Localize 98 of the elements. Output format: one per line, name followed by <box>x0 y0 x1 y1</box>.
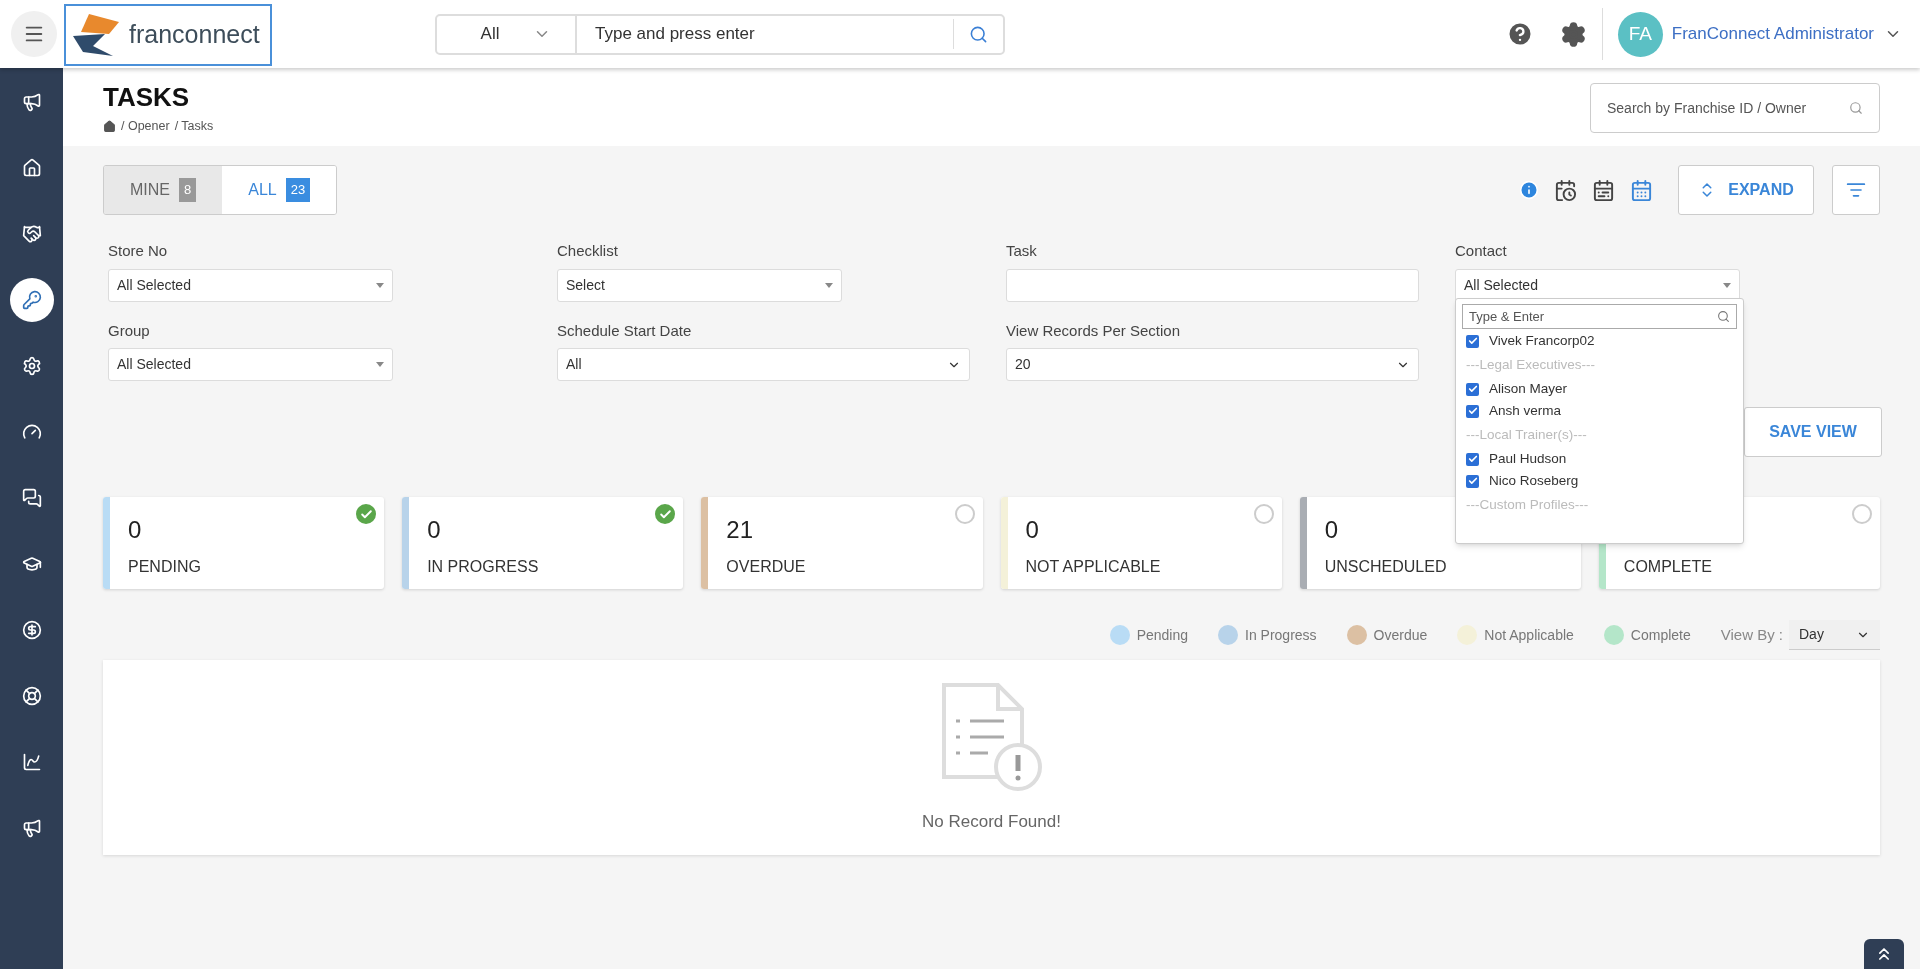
legend-label: Complete <box>1630 625 1691 645</box>
contact-option[interactable]: Paul Hudson <box>1489 448 1567 470</box>
calendar-list-icon[interactable] <box>1592 178 1615 202</box>
status-label: NOT APPLICABLE <box>1025 557 1161 577</box>
status-label: OVERDUE <box>726 557 806 577</box>
count-badge: 23 <box>285 178 311 202</box>
megaphone-icon <box>21 92 42 112</box>
multi-select-field[interactable]: All Selected <box>108 348 393 381</box>
scroll-top-button[interactable] <box>1864 939 1904 969</box>
graduation-cap-icon <box>21 554 42 574</box>
user-menu[interactable]: FranConnect Administrator <box>1671 21 1874 47</box>
handshake-icon <box>21 224 42 244</box>
tab[interactable]: ALL 23 <box>222 166 337 214</box>
global-search-field[interactable]: All Type and press enter <box>435 13 1005 55</box>
status-count: 0 <box>1025 516 1039 544</box>
filter-icon <box>1846 180 1866 200</box>
option-group-label: ---Local Trainer(s)--- <box>1465 425 1588 444</box>
document-warning-icon <box>939 680 1044 793</box>
search-icon <box>969 24 988 44</box>
contact-option[interactable]: Nico Roseberg <box>1489 470 1579 492</box>
input-field[interactable] <box>1006 268 1419 302</box>
page-title: TASKS <box>103 82 191 112</box>
logo[interactable]: franconnect <box>64 4 272 66</box>
multi-select-field[interactable]: Select <box>557 268 842 302</box>
gauge-icon <box>21 422 42 442</box>
filter-label: Schedule Start Date <box>557 320 693 341</box>
tab[interactable]: MINE 8 <box>104 166 223 214</box>
status-count: 21 <box>726 516 754 544</box>
legend-label: In Progress <box>1245 625 1317 645</box>
dropdown-field[interactable]: 20 <box>1006 348 1419 381</box>
contact-option[interactable]: Ansh verma <box>1489 400 1562 422</box>
multi-select-field[interactable]: All Selected <box>108 268 393 302</box>
key-icon <box>21 290 42 310</box>
megaphone-icon <box>21 818 42 838</box>
status-count: 0 <box>128 516 142 544</box>
gear-icon <box>21 356 42 376</box>
dropdown-caret-icon <box>376 362 384 367</box>
status-card[interactable]: 0 PENDING <box>103 497 385 589</box>
filter-label: View Records Per Section <box>1006 320 1181 341</box>
dropdown-caret-icon <box>376 282 384 288</box>
status-label: COMPLETE <box>1623 557 1712 577</box>
dollar-coin-icon <box>21 620 42 640</box>
status-card[interactable]: 21 OVERDUE <box>701 497 983 589</box>
dropdown-caret-icon <box>825 282 833 288</box>
filter-label: Store No <box>108 241 169 261</box>
checkbox[interactable] <box>1466 382 1479 396</box>
legend-label: Pending <box>1136 625 1188 645</box>
line-chart-icon <box>21 752 42 772</box>
filter-label: Group <box>108 320 151 341</box>
checkbox[interactable] <box>1466 474 1479 488</box>
filter-label: Task <box>1006 241 1038 261</box>
dropdown-search-field[interactable]: Type & Enter <box>1462 304 1737 329</box>
filter-label: Checklist <box>557 241 619 261</box>
dropdown-field[interactable]: All <box>557 348 970 381</box>
chat-icon <box>21 488 42 508</box>
status-card[interactable]: 0 IN PROGRESS <box>402 497 684 589</box>
lifebuoy-icon <box>21 686 42 706</box>
dropdown-caret-icon <box>1723 282 1731 288</box>
home-icon <box>21 158 42 178</box>
save-view-button[interactable]: SAVE VIEW <box>1744 407 1882 457</box>
franchise-search-input[interactable]: Search by Franchise ID / Owner <box>1607 97 1837 119</box>
view-by-select[interactable]: Day <box>1789 620 1880 650</box>
search-icon <box>1717 310 1730 323</box>
search-icon <box>1849 101 1863 115</box>
status-count: 0 <box>1324 516 1339 544</box>
contact-option[interactable]: Alison Mayer <box>1489 378 1568 400</box>
search-scope-select[interactable]: All <box>437 15 577 53</box>
filter-label: Contact <box>1455 241 1508 261</box>
logo-text: franconnect <box>129 19 260 51</box>
contact-option[interactable]: Vivek Francorp02 <box>1489 330 1595 352</box>
view-by-label: View By : <box>1720 624 1783 645</box>
settings-icon[interactable] <box>1559 20 1587 48</box>
breadcrumb-link[interactable]: / Tasks <box>174 117 214 136</box>
global-search-input[interactable]: Type and press enter <box>577 15 953 53</box>
empty-message: No Record Found! <box>922 810 1061 833</box>
dropdown-search-input[interactable]: Type & Enter <box>1469 306 1699 327</box>
checkbox[interactable] <box>1466 334 1479 348</box>
legend-label: Overdue <box>1373 625 1428 645</box>
menu-button[interactable] <box>11 11 57 57</box>
home-icon[interactable] <box>103 119 116 133</box>
calendar-clock-icon[interactable] <box>1554 178 1577 202</box>
status-count: 0 <box>427 516 441 544</box>
info-icon[interactable] <box>1519 180 1539 200</box>
checkbox[interactable] <box>1466 404 1479 418</box>
franchise-search-field[interactable]: Search by Franchise ID / Owner <box>1590 83 1880 133</box>
calendar-icon[interactable] <box>1630 178 1653 202</box>
status-card[interactable]: 0 NOT APPLICABLE <box>1000 497 1282 589</box>
option-group-label: ---Legal Executives--- <box>1465 355 1597 374</box>
sidebar-item[interactable] <box>9 278 54 322</box>
breadcrumb-link[interactable]: / Opener <box>121 117 170 136</box>
status-label: PENDING <box>128 557 201 577</box>
filter-button[interactable] <box>1832 165 1880 215</box>
status-label: IN PROGRESS <box>427 557 539 577</box>
expand-button[interactable]: EXPAND <box>1678 165 1814 215</box>
checkbox[interactable] <box>1466 452 1479 466</box>
status-label: UNSCHEDULED <box>1324 557 1447 577</box>
count-badge: 8 <box>179 178 197 202</box>
legend-label: Not Applicable <box>1484 625 1574 645</box>
